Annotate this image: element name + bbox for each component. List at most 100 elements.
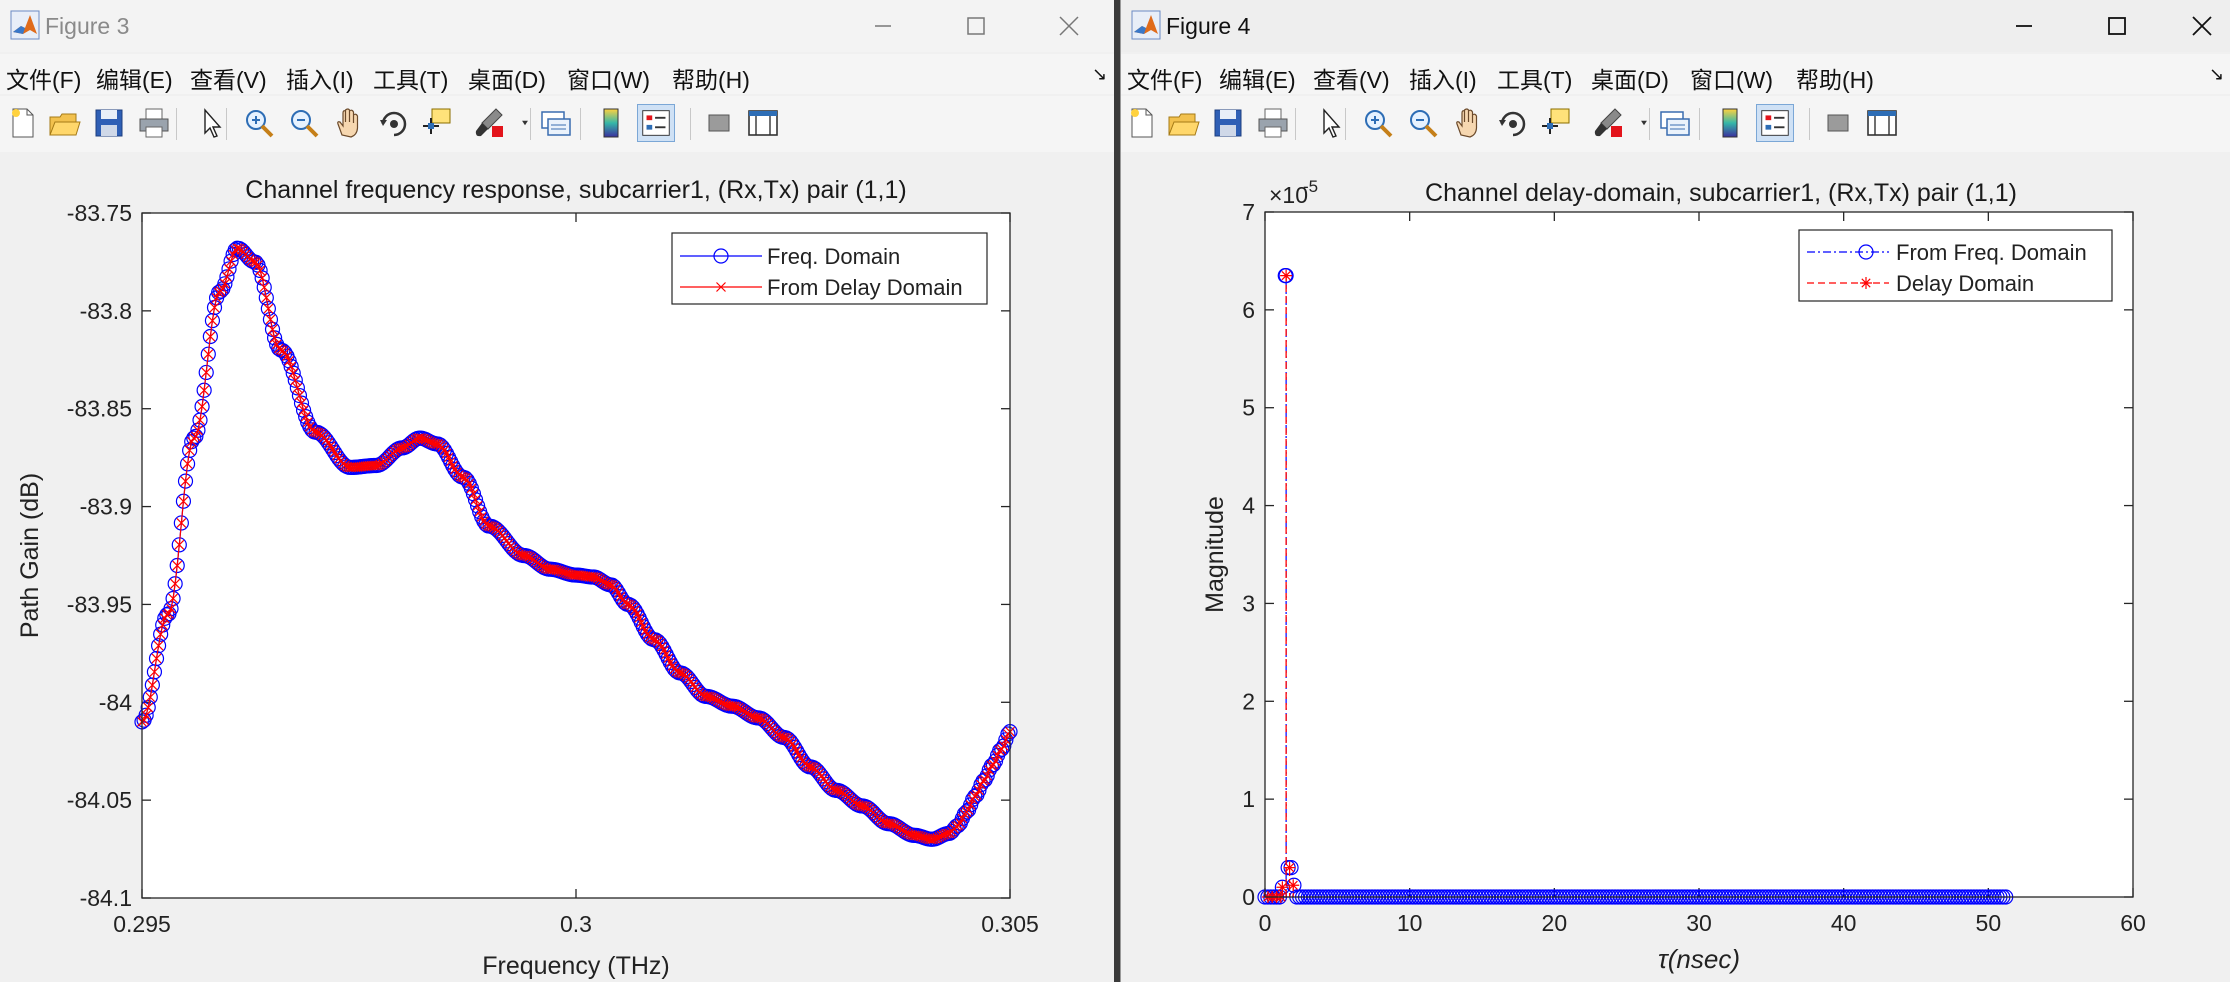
zoom-out-icon[interactable] — [1404, 104, 1442, 142]
y-tick-label: -84.05 — [67, 787, 132, 813]
legend-label-delay-domain: Delay Domain — [1896, 271, 2034, 296]
edit-pointer-icon[interactable] — [1311, 104, 1349, 142]
menu-help[interactable]: 帮助(H) — [1796, 61, 1874, 95]
print-icon[interactable] — [1254, 104, 1292, 142]
figure-3-window[interactable]: Figure 3 文件(F) 编辑(E) 查看(V) 插入(I) 工具(T) 桌… — [0, 0, 1114, 982]
y-axis-label: Path Gain (dB) — [16, 473, 44, 638]
toolbar-separator — [1699, 108, 1700, 140]
menu-tools[interactable]: 工具(T) — [373, 61, 448, 95]
zoom-in-icon[interactable] — [240, 104, 278, 142]
minimize-button[interactable] — [860, 6, 906, 46]
insert-legend-icon[interactable] — [1756, 104, 1794, 142]
menu-view[interactable]: 查看(V) — [190, 61, 267, 95]
save-icon[interactable] — [1209, 104, 1247, 142]
link-plots-icon[interactable] — [1656, 104, 1694, 142]
matlab-logo-icon — [10, 10, 40, 40]
close-button[interactable] — [1046, 6, 1092, 46]
dock-arrow-icon[interactable]: ↘ — [2209, 64, 2224, 85]
menu-file[interactable]: 文件(F) — [6, 61, 81, 95]
axes-background — [142, 213, 1010, 898]
toolbar-separator — [530, 108, 531, 140]
hide-plot-tools-icon[interactable] — [1819, 104, 1857, 142]
y-tick-label: -83.8 — [80, 298, 132, 324]
close-button[interactable] — [2179, 6, 2225, 46]
y-tick-label: 0 — [1242, 884, 1255, 910]
menu-desktop[interactable]: 桌面(D) — [1591, 61, 1669, 95]
legend-marker-delay-domain — [1860, 277, 1872, 289]
new-figure-icon[interactable] — [1123, 104, 1161, 142]
y-tick-label: 4 — [1242, 493, 1255, 519]
frequency-response-chart[interactable]: 0.295 0.3 0.305 -83.75 -83.8 -83.85 -83.9 -83.9… — [0, 152, 1114, 982]
menu-edit[interactable]: 编辑(E) — [1219, 61, 1296, 95]
zoom-out-icon[interactable] — [285, 104, 323, 142]
toolbar-separator — [1809, 108, 1810, 140]
zoom-in-icon[interactable] — [1359, 104, 1397, 142]
figure-4-window[interactable]: Figure 4 文件(F) 编辑(E) 查看(V) 插入(I) 工具(T) 桌… — [1120, 0, 2230, 982]
brush-icon[interactable] — [1589, 104, 1627, 142]
menu-desktop[interactable]: 桌面(D) — [468, 61, 546, 95]
maximize-button[interactable] — [2093, 6, 2139, 46]
legend[interactable]: From Freq. Domain Delay Domain — [1798, 229, 2113, 302]
minimize-button[interactable] — [2001, 6, 2047, 46]
x-axis-label: Frequency (THz) — [482, 952, 670, 980]
title-bar[interactable]: Figure 3 — [0, 0, 1114, 52]
delay-domain-peak-marker — [1280, 269, 1293, 282]
y-tick-label: -83.95 — [67, 591, 132, 617]
figure-toolbar — [0, 96, 1114, 153]
hide-plot-tools-icon[interactable] — [700, 104, 738, 142]
legend-label-from-freq-domain: From Freq. Domain — [1896, 240, 2087, 265]
brush-dropdown-icon[interactable] — [514, 104, 536, 142]
y-tick-label: 7 — [1242, 199, 1255, 225]
menu-view[interactable]: 查看(V) — [1313, 61, 1390, 95]
title-bar[interactable]: Figure 4 — [1121, 0, 2230, 52]
x-tick-label: 0.3 — [560, 911, 592, 937]
y-tick-label: -83.75 — [67, 200, 132, 226]
show-plot-tools-icon[interactable] — [744, 104, 782, 142]
menu-tools[interactable]: 工具(T) — [1497, 61, 1572, 95]
rotate-3d-icon[interactable] — [375, 104, 413, 142]
legend-label-from-delay-domain: From Delay Domain — [767, 275, 963, 300]
menu-window[interactable]: 窗口(W) — [567, 61, 650, 95]
edit-pointer-icon[interactable] — [192, 104, 230, 142]
show-plot-tools-icon[interactable] — [1863, 104, 1901, 142]
menu-file[interactable]: 文件(F) — [1127, 61, 1202, 95]
data-cursor-icon[interactable] — [1537, 104, 1575, 142]
maximize-button[interactable] — [952, 6, 998, 46]
print-icon[interactable] — [135, 104, 173, 142]
rotate-3d-icon[interactable] — [1494, 104, 1532, 142]
save-icon[interactable] — [90, 104, 128, 142]
y-tick-label: 5 — [1242, 395, 1255, 421]
insert-colorbar-icon[interactable] — [592, 104, 630, 142]
toolbar-separator — [690, 108, 691, 140]
menu-help[interactable]: 帮助(H) — [672, 61, 750, 95]
window-title: Figure 3 — [45, 13, 130, 39]
menu-window[interactable]: 窗口(W) — [1690, 61, 1773, 95]
brush-dropdown-icon[interactable] — [1633, 104, 1655, 142]
plot-area: 0.295 0.3 0.305 -83.75 -83.8 -83.85 -83.9 -83.9… — [0, 152, 1114, 982]
insert-colorbar-icon[interactable] — [1711, 104, 1749, 142]
y-axis-label: Magnitude — [1201, 496, 1229, 613]
pan-icon[interactable] — [330, 104, 368, 142]
pan-icon[interactable] — [1449, 104, 1487, 142]
dock-arrow-icon[interactable]: ↘ — [1092, 64, 1107, 85]
link-plots-icon[interactable] — [537, 104, 575, 142]
open-file-icon[interactable] — [1164, 104, 1202, 142]
delay-domain-marker — [1276, 881, 1289, 894]
menu-insert[interactable]: 插入(I) — [1409, 61, 1477, 95]
x-tick-label: 0.305 — [981, 911, 1039, 937]
insert-legend-icon[interactable] — [637, 104, 675, 142]
x-tick-label: 40 — [1831, 910, 1857, 936]
new-figure-icon[interactable] — [4, 104, 42, 142]
x-tick-label: 50 — [1976, 910, 2002, 936]
brush-icon[interactable] — [470, 104, 508, 142]
y-tick-label: 6 — [1242, 297, 1255, 323]
data-cursor-icon[interactable] — [418, 104, 456, 142]
legend-label-freq-domain: Freq. Domain — [767, 244, 900, 269]
open-file-icon[interactable] — [45, 104, 83, 142]
toolbar-separator — [1345, 108, 1346, 140]
legend[interactable]: Freq. Domain From Delay Domain — [671, 232, 988, 305]
delay-domain-marker — [1287, 879, 1300, 892]
menu-insert[interactable]: 插入(I) — [286, 61, 354, 95]
menu-edit[interactable]: 编辑(E) — [96, 61, 173, 95]
delay-domain-chart[interactable]: 0 10 20 30 40 50 60 0 1 2 3 4 5 6 7 Channel delay-domai… — [1121, 152, 2230, 982]
